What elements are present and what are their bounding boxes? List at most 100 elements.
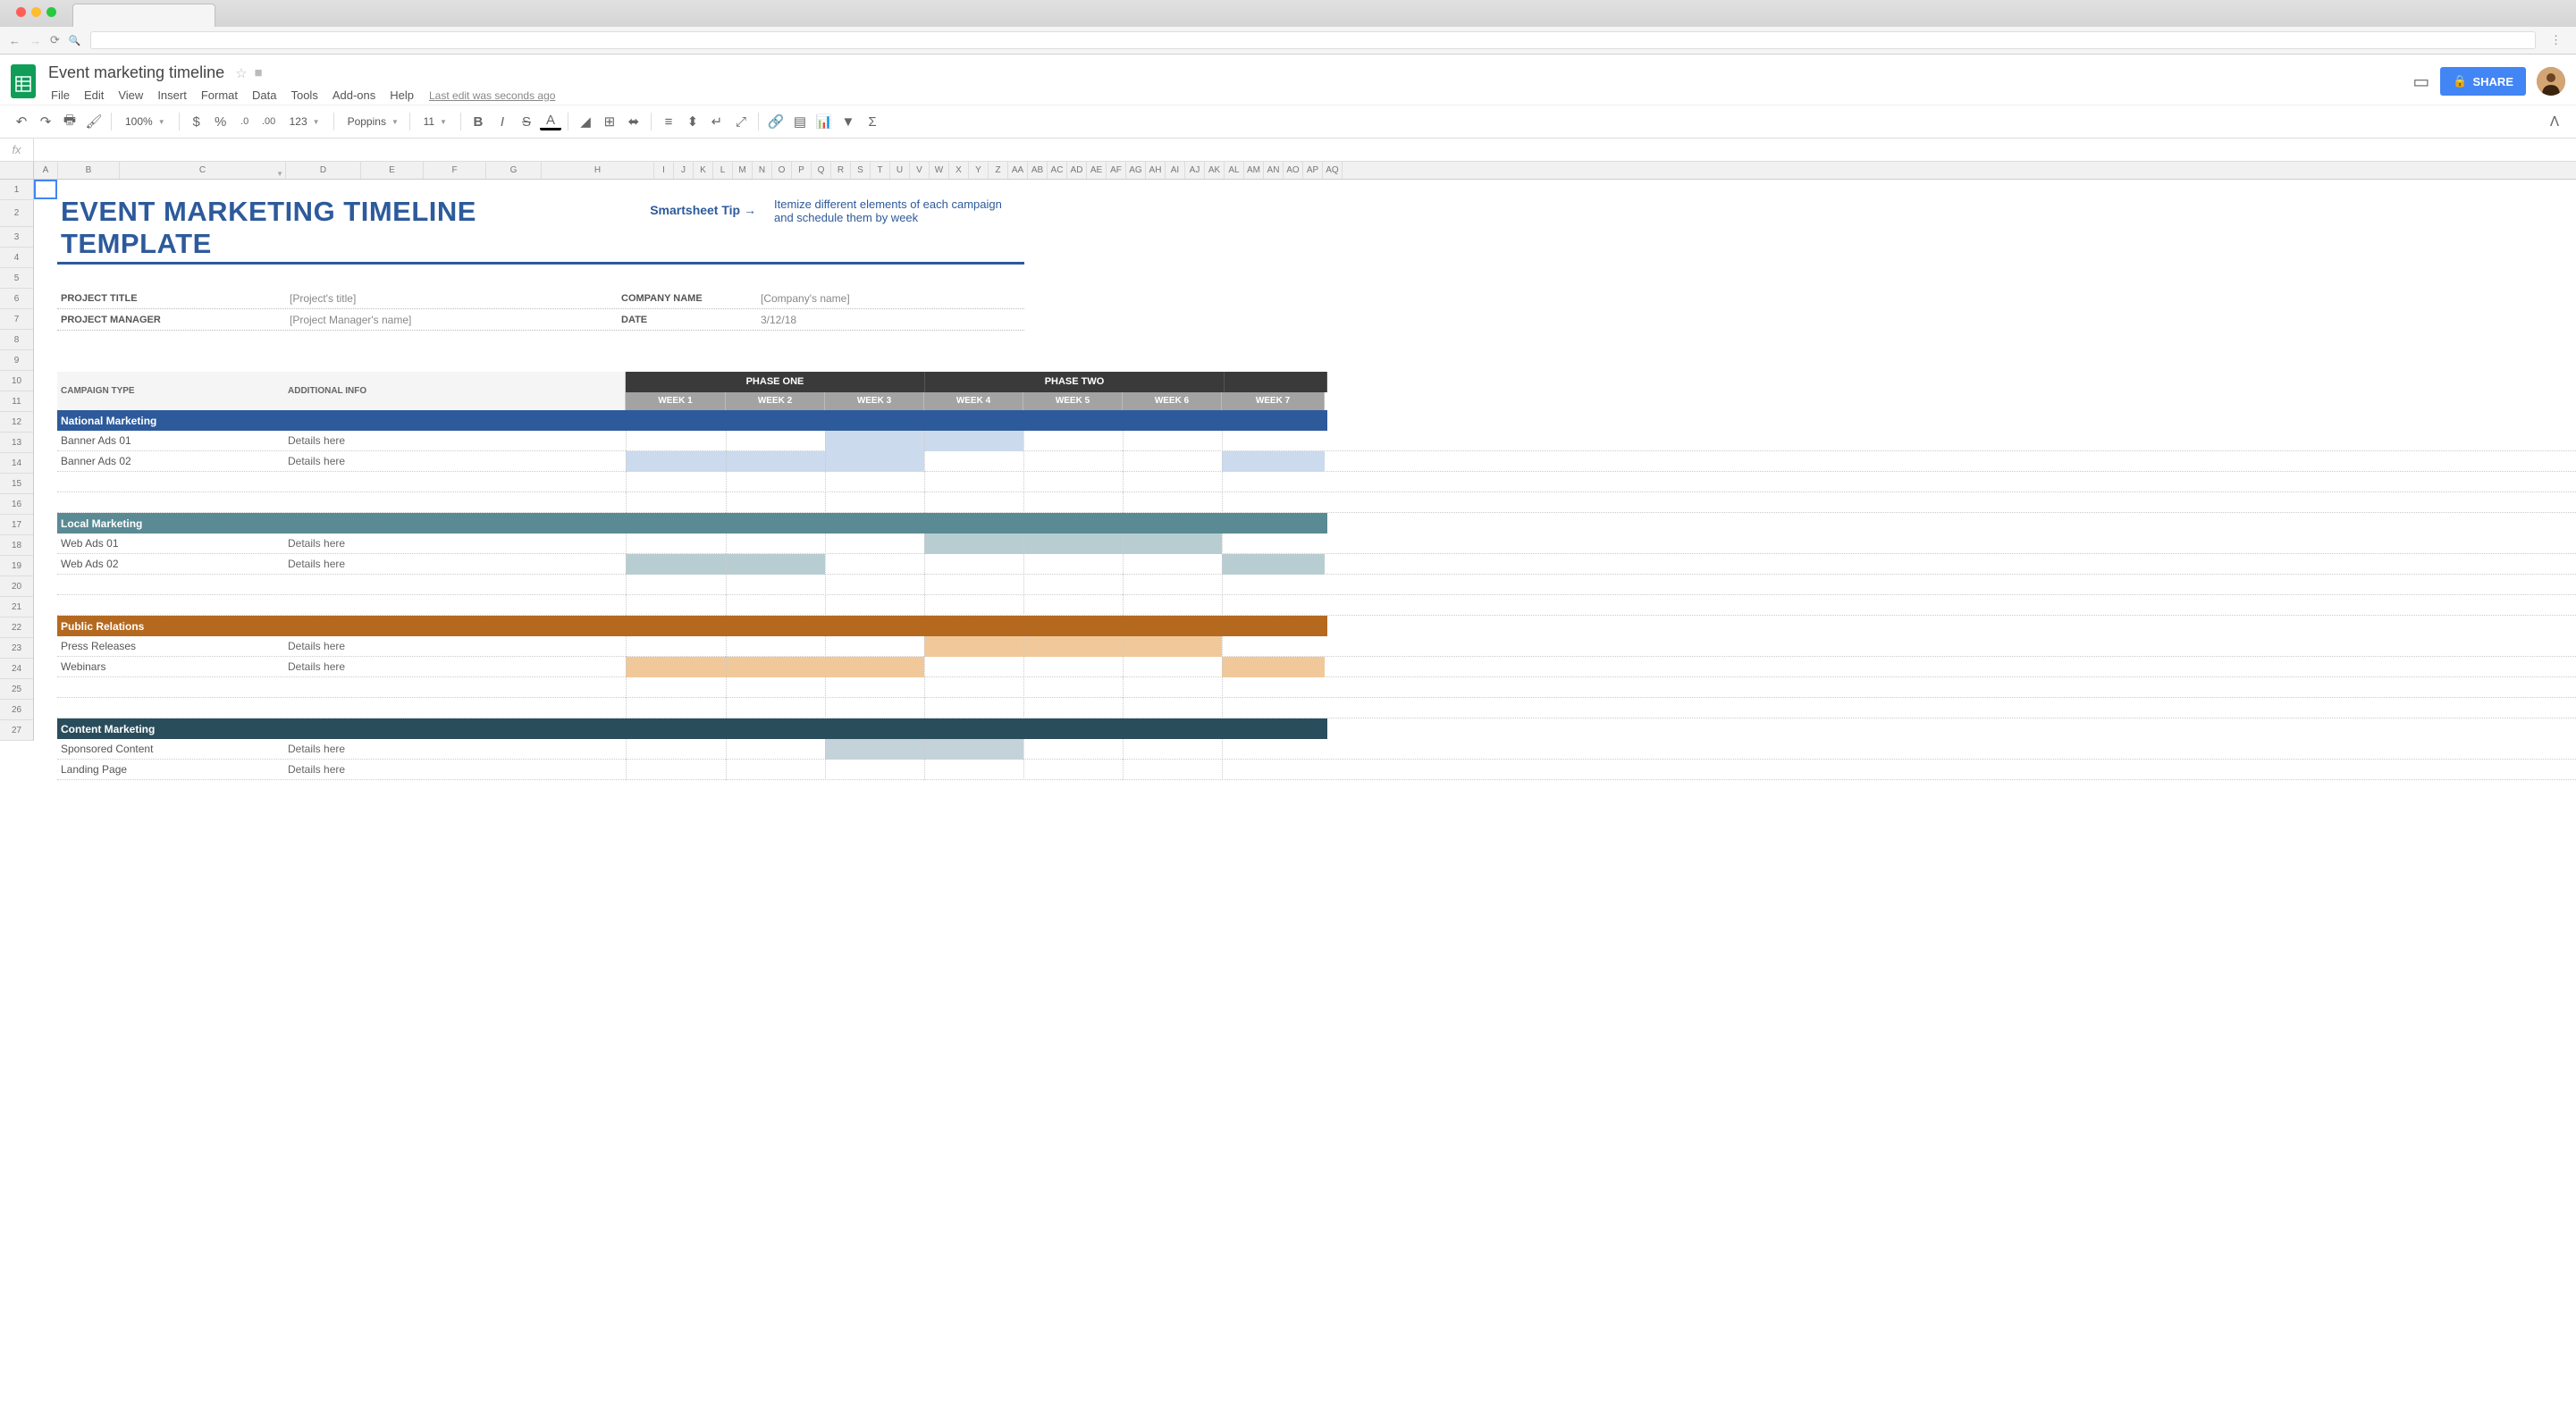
column-header[interactable]: F (424, 162, 486, 179)
timeline-cell[interactable] (626, 677, 726, 698)
timeline-cell[interactable] (924, 554, 1023, 575)
column-header[interactable]: AO (1284, 162, 1303, 179)
timeline-cell[interactable] (825, 657, 924, 677)
collapse-toolbar-icon[interactable]: ᐱ (2544, 111, 2565, 132)
company-name-value[interactable]: [Company's name] (761, 292, 850, 305)
column-header[interactable]: AQ (1323, 162, 1343, 179)
timeline-cell[interactable] (825, 533, 924, 554)
timeline-cell[interactable] (1023, 533, 1123, 554)
merge-cells-icon[interactable]: ⬌ (623, 111, 644, 132)
timeline-cell[interactable] (726, 451, 825, 472)
row-header[interactable]: 21 (0, 597, 33, 617)
zoom-dropdown[interactable]: 100%▼ (118, 113, 173, 130)
timeline-cell[interactable] (1222, 698, 1325, 718)
row-header[interactable]: 22 (0, 617, 33, 638)
timeline-cell[interactable] (1023, 657, 1123, 677)
sheets-logo-icon[interactable] (7, 60, 39, 103)
column-header[interactable]: O (772, 162, 792, 179)
timeline-cell[interactable] (825, 698, 924, 718)
column-header[interactable]: AM (1244, 162, 1264, 179)
timeline-cell[interactable] (1123, 657, 1222, 677)
timeline-cell[interactable] (825, 472, 924, 492)
timeline-cell[interactable] (1123, 451, 1222, 472)
timeline-cell[interactable] (726, 636, 825, 657)
timeline-cell[interactable] (1222, 431, 1325, 451)
close-window-icon[interactable] (16, 7, 26, 17)
menu-view[interactable]: View (112, 86, 149, 105)
timeline-cell[interactable] (1222, 739, 1325, 760)
empty-row[interactable] (57, 472, 2576, 492)
cells-area[interactable]: EVENT MARKETING TIMELINE TEMPLATE Smarts… (34, 180, 2576, 741)
timeline-cell[interactable] (626, 554, 726, 575)
column-header[interactable]: W (930, 162, 949, 179)
paint-format-icon[interactable]: 🖌 (83, 111, 105, 132)
timeline-cell[interactable] (1222, 760, 1325, 780)
timeline-cell[interactable] (1023, 554, 1123, 575)
menu-edit[interactable]: Edit (78, 86, 110, 105)
undo-icon[interactable]: ↶ (11, 111, 32, 132)
insert-link-icon[interactable]: 🔗 (765, 111, 787, 132)
bold-icon[interactable]: B (467, 111, 489, 132)
column-header[interactable]: D (286, 162, 361, 179)
row-header[interactable]: 4 (0, 248, 33, 268)
column-header[interactable]: R (831, 162, 851, 179)
row-header[interactable]: 19 (0, 556, 33, 576)
timeline-cell[interactable] (1222, 472, 1325, 492)
column-header[interactable]: N (753, 162, 772, 179)
timeline-cell[interactable] (726, 760, 825, 780)
timeline-cell[interactable] (1222, 677, 1325, 698)
timeline-row[interactable]: Sponsored ContentDetails here (57, 739, 2576, 760)
text-color-icon[interactable]: A (540, 113, 561, 130)
timeline-cell[interactable] (726, 739, 825, 760)
font-size-dropdown[interactable]: 11▼ (417, 113, 454, 130)
forward-icon[interactable]: → (29, 34, 41, 47)
timeline-cell[interactable] (1222, 636, 1325, 657)
column-header[interactable]: AL (1225, 162, 1244, 179)
timeline-cell[interactable] (1123, 677, 1222, 698)
timeline-cell[interactable] (726, 431, 825, 451)
timeline-cell[interactable] (825, 575, 924, 595)
timeline-cell[interactable] (626, 492, 726, 513)
timeline-cell[interactable] (1123, 636, 1222, 657)
row-header[interactable]: 12 (0, 412, 33, 433)
timeline-cell[interactable] (726, 472, 825, 492)
timeline-cell[interactable] (1123, 575, 1222, 595)
timeline-cell[interactable] (726, 677, 825, 698)
column-header[interactable]: Q (812, 162, 831, 179)
column-header[interactable]: AA (1008, 162, 1028, 179)
timeline-cell[interactable] (924, 533, 1023, 554)
timeline-cell[interactable] (1023, 698, 1123, 718)
timeline-cell[interactable] (626, 595, 726, 616)
column-header[interactable]: AF (1107, 162, 1126, 179)
timeline-cell[interactable] (626, 698, 726, 718)
column-header[interactable]: H (542, 162, 654, 179)
timeline-cell[interactable] (726, 575, 825, 595)
currency-icon[interactable]: $ (186, 111, 207, 132)
row-header[interactable]: 7 (0, 309, 33, 330)
text-wrap-icon[interactable]: ↵ (706, 111, 728, 132)
url-input[interactable] (90, 31, 2536, 49)
timeline-cell[interactable] (626, 760, 726, 780)
row-header[interactable]: 8 (0, 330, 33, 350)
browser-tab[interactable] (72, 4, 215, 27)
column-header[interactable]: V (910, 162, 930, 179)
column-header[interactable]: A (34, 162, 58, 179)
timeline-cell[interactable] (1123, 698, 1222, 718)
row-header[interactable]: 26 (0, 700, 33, 720)
insert-comment-icon[interactable]: ▤ (789, 111, 811, 132)
timeline-cell[interactable] (626, 575, 726, 595)
timeline-row[interactable]: Press ReleasesDetails here (57, 636, 2576, 657)
timeline-cell[interactable] (924, 575, 1023, 595)
timeline-cell[interactable] (726, 533, 825, 554)
timeline-cell[interactable] (726, 698, 825, 718)
last-edit-text[interactable]: Last edit was seconds ago (429, 89, 555, 102)
timeline-cell[interactable] (924, 492, 1023, 513)
column-header[interactable]: U (890, 162, 910, 179)
timeline-cell[interactable] (1222, 492, 1325, 513)
menu-help[interactable]: Help (383, 86, 420, 105)
column-header[interactable]: G (486, 162, 542, 179)
text-rotation-icon[interactable]: ⤢ (730, 111, 752, 132)
empty-row[interactable] (57, 595, 2576, 616)
back-icon[interactable]: ← (9, 34, 21, 47)
timeline-row[interactable]: Web Ads 01Details here (57, 533, 2576, 554)
